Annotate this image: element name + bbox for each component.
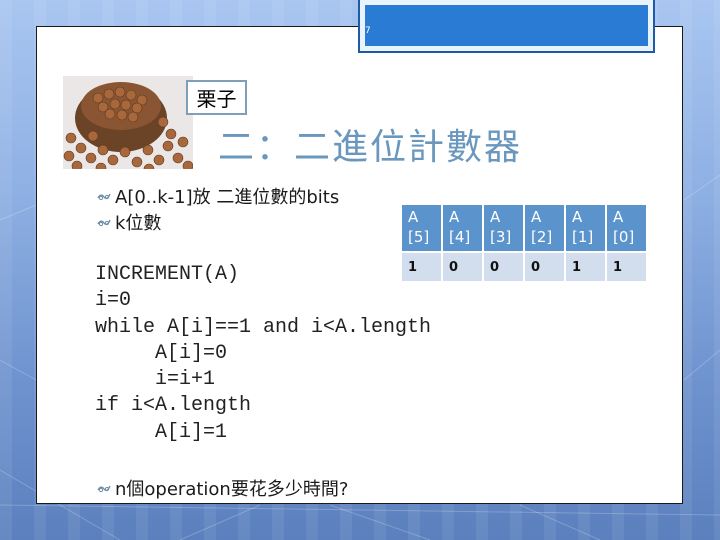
slide-number-box — [358, 0, 655, 53]
code-line: i=0 — [95, 289, 132, 313]
bit-table-cell: 0 — [443, 253, 482, 281]
vine-bullet-icon — [97, 485, 111, 493]
bit-table: A[5] A[4] A[3] A[2] A[1] A[0] 1 0 0 0 1 … — [400, 203, 648, 283]
chestnut-bowl-image — [63, 76, 193, 169]
bullet-text: A[0..k-1]放 二進位數的bits — [115, 187, 340, 208]
vine-bullet-icon — [97, 193, 111, 201]
code-line: while A[i]==1 and i<A.length — [95, 315, 432, 339]
bit-table-header: A[2] — [525, 205, 564, 251]
bullet-item: A[0..k-1]放 二進位數的bits — [97, 183, 339, 209]
bit-table-header-row: A[5] A[4] A[3] A[2] A[1] A[0] — [402, 205, 646, 251]
bullet-text: k位數 — [115, 213, 162, 234]
slide-number: 7 — [365, 26, 371, 36]
image-caption: 栗子 — [186, 80, 247, 115]
bit-table-cell: 1 — [566, 253, 605, 281]
bit-table-cell: 0 — [525, 253, 564, 281]
bit-table-header: A[3] — [484, 205, 523, 251]
code-line: INCREMENT(A) — [95, 263, 240, 286]
bit-table-header: A[5] — [402, 205, 441, 251]
bit-table-header: A[1] — [566, 205, 605, 251]
code-line: A[i]=0 — [95, 341, 228, 365]
question-bullet: n個operation要花多少時間? — [97, 475, 348, 501]
chestnut-photo — [63, 76, 193, 169]
question-text: n個operation要花多少時間? — [115, 479, 349, 500]
pseudocode-block: INCREMENT(A) i=0 while A[i]==1 and i<A.len… — [95, 262, 431, 446]
slide-title: 二：二進位計數器 — [218, 127, 523, 168]
code-line: if i<A.length — [95, 394, 252, 418]
bit-table-header: A[4] — [443, 205, 482, 251]
bit-table-cell: 0 — [484, 253, 523, 281]
bullet-item: k位數 — [97, 209, 161, 235]
bit-table-header: A[0] — [607, 205, 646, 251]
bit-table-cell: 1 — [607, 253, 646, 281]
code-line: i=i+1 — [95, 368, 216, 392]
bit-table-value-row: 1 0 0 0 1 1 — [402, 253, 646, 281]
code-line: A[i]=1 — [95, 420, 228, 444]
vine-bullet-icon — [97, 219, 111, 227]
